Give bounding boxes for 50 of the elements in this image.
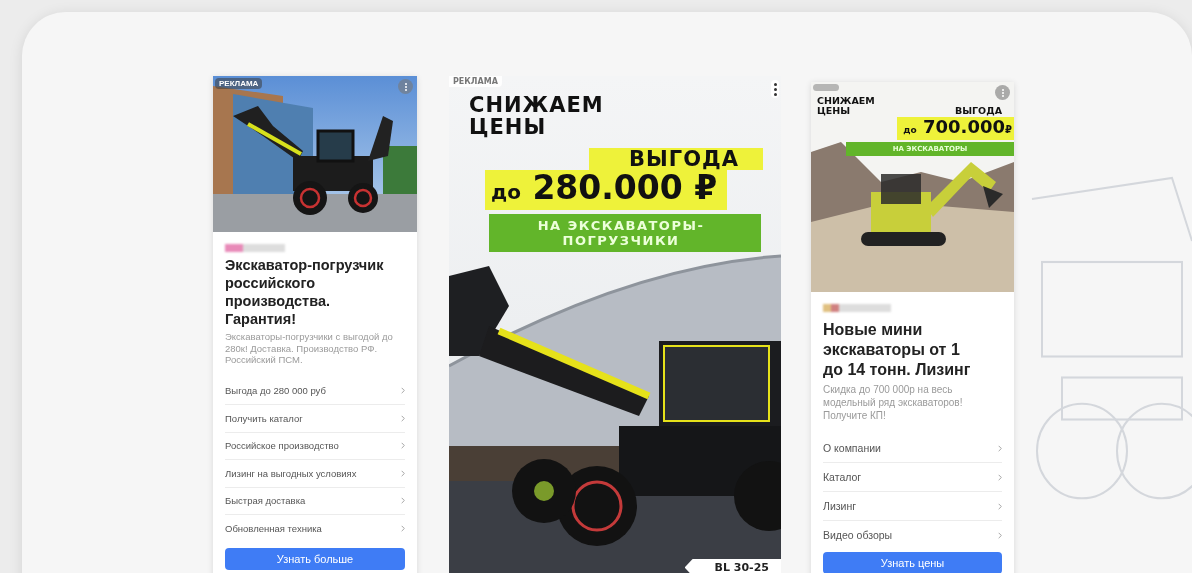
ad-description: Экскаваторы-погрузчики с выгодой до 280к! Доставка. Производство РФ. Российский ПСМ. <box>225 331 394 366</box>
sitelink-text: Получить каталог <box>225 412 303 424</box>
chevron-right-icon <box>401 442 405 450</box>
ad-label <box>813 84 839 91</box>
chevron-right-icon <box>401 469 405 477</box>
chevron-right-icon <box>401 414 405 422</box>
sitelink[interactable]: Видео обзоры <box>823 521 1002 549</box>
sitelink-text: Лизинг <box>823 500 857 512</box>
sitelink[interactable]: Лизинг на выгодных условиях <box>225 460 405 488</box>
chevron-right-icon <box>401 497 405 505</box>
banner-headline: СНИЖАЕМ ЦЕНЫ <box>817 96 875 116</box>
blurred-domain <box>225 244 285 252</box>
sitelink-text: О компании <box>823 442 881 454</box>
ad-description: Скидка до 700 000р на весь модельный ряд экскаваторов! Получите КП! <box>823 383 964 422</box>
banner-benefit: ВЫГОДА <box>589 148 763 170</box>
sitelink[interactable]: Российское производство <box>225 432 405 460</box>
sitelink-text: Обновленная техника <box>225 522 322 534</box>
banner-benefit: ВЫГОДА <box>954 106 1002 116</box>
banner-amount: до 280.000 ₽ <box>485 170 728 210</box>
more-options-icon[interactable] <box>771 80 779 98</box>
ad-label: РЕКЛАМА <box>449 76 502 87</box>
sitelink[interactable]: Обновленная техника <box>225 515 405 542</box>
sitelink[interactable]: О компании <box>823 434 1002 463</box>
banner-headline: СНИЖАЕМ ЦЕНЫ <box>469 94 604 138</box>
sitelink-text: Выгода до 280 000 руб <box>225 385 326 397</box>
sitelink-text: Каталог <box>823 471 862 483</box>
chevron-right-icon <box>998 502 1002 510</box>
banner-amount: до 700.000₽ <box>897 117 1014 140</box>
sitelink-text: Видео обзоры <box>823 529 893 541</box>
sitelink-text: Быстрая доставка <box>225 495 306 507</box>
banner-target: НА ЭКСКАВАТОРЫ-ПОГРУЗЧИКИ <box>489 214 761 252</box>
sitelink-text: Лизинг на выгодных условиях <box>225 467 357 479</box>
sitelink-text: Российское производство <box>225 440 339 452</box>
sitelink[interactable]: Быстрая доставка <box>225 487 405 515</box>
chevron-right-icon <box>401 524 405 532</box>
chevron-right-icon <box>401 387 405 395</box>
chevron-right-icon <box>998 444 1002 452</box>
chevron-right-icon <box>998 473 1002 481</box>
model-label: BL 30-25 <box>684 559 781 573</box>
sitelink[interactable]: Получить каталог <box>225 405 405 433</box>
sitelink[interactable]: Лизинг <box>823 492 1002 521</box>
sitelink[interactable]: Каталог <box>823 463 1002 492</box>
ad-label: РЕКЛАМА <box>215 78 263 89</box>
cta-button[interactable]: Узнать больше <box>225 547 405 570</box>
ad-title: Новые мини экскаваторы от 1 до 14 тонн. Лизинг <box>823 320 972 380</box>
chevron-right-icon <box>998 531 1002 539</box>
blurred-domain <box>823 304 891 312</box>
sitelink[interactable]: Выгода до 280 000 руб <box>225 377 405 405</box>
ad-title: Экскаватор-погрузчик российского производства. Гарантия! <box>225 256 385 328</box>
cta-button[interactable]: Узнать цены <box>823 552 1002 573</box>
